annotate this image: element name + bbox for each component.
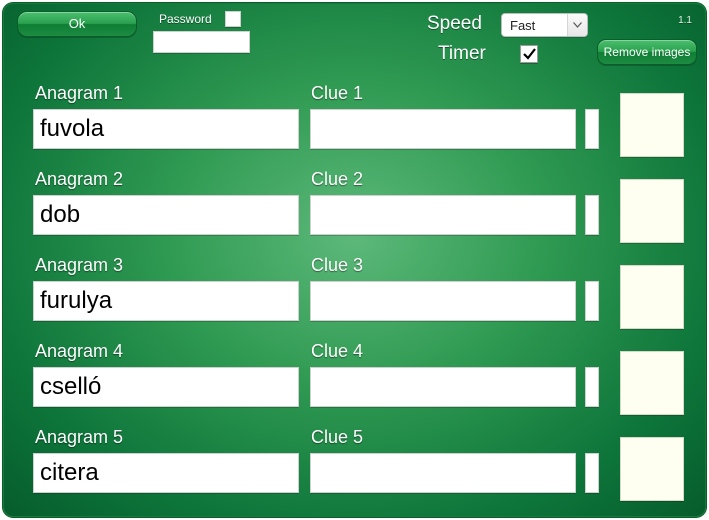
clue-label: Clue 3 [311,255,363,276]
row: Anagram 3 Clue 3 [3,251,706,337]
color-swatch-button[interactable] [585,453,599,493]
clue-label: Clue 5 [311,427,363,448]
anagram-label: Anagram 4 [35,341,123,362]
clue-label: Clue 4 [311,341,363,362]
color-swatch-button[interactable] [585,109,599,149]
check-icon [522,47,536,61]
password-label: Password [159,12,212,26]
anagram-label: Anagram 5 [35,427,123,448]
image-slot[interactable] [620,265,684,329]
anagram-input[interactable] [33,367,299,407]
timer-checkbox[interactable] [520,45,538,63]
version-label: 1.1 [678,15,692,26]
anagram-label: Anagram 1 [35,83,123,104]
rows-container: Anagram 1 Clue 1 Anagram 2 Clue 2 Anagram 3 C… [3,79,706,509]
speed-select[interactable]: Fast [501,13,588,37]
row: Anagram 1 Clue 1 [3,79,706,165]
anagram-input[interactable] [33,109,299,149]
anagram-label: Anagram 2 [35,169,123,190]
ok-button[interactable]: Ok [17,11,137,37]
chevron-down-icon [567,14,587,36]
clue-input[interactable] [310,367,576,407]
image-slot[interactable] [620,179,684,243]
color-swatch-button[interactable] [585,281,599,321]
remove-images-button[interactable]: Remove images [597,39,697,65]
anagram-input[interactable] [33,281,299,321]
clue-input[interactable] [310,195,576,235]
app-panel: Ok Password Speed Fast 1.1 Timer Remove … [3,3,706,517]
row: Anagram 2 Clue 2 [3,165,706,251]
speed-value: Fast [502,18,567,33]
color-swatch-button[interactable] [585,367,599,407]
speed-label: Speed [427,13,482,35]
clue-input[interactable] [310,453,576,493]
clue-label: Clue 1 [311,83,363,104]
clue-input[interactable] [310,109,576,149]
color-swatch-button[interactable] [585,195,599,235]
row: Anagram 5 Clue 5 [3,423,706,509]
anagram-label: Anagram 3 [35,255,123,276]
clue-label: Clue 2 [311,169,363,190]
anagram-input[interactable] [33,195,299,235]
timer-label: Timer [438,43,486,65]
password-input[interactable] [153,31,250,53]
password-checkbox[interactable] [225,11,241,27]
image-slot[interactable] [620,351,684,415]
image-slot[interactable] [620,93,684,157]
row: Anagram 4 Clue 4 [3,337,706,423]
clue-input[interactable] [310,281,576,321]
anagram-input[interactable] [33,453,299,493]
image-slot[interactable] [620,437,684,501]
